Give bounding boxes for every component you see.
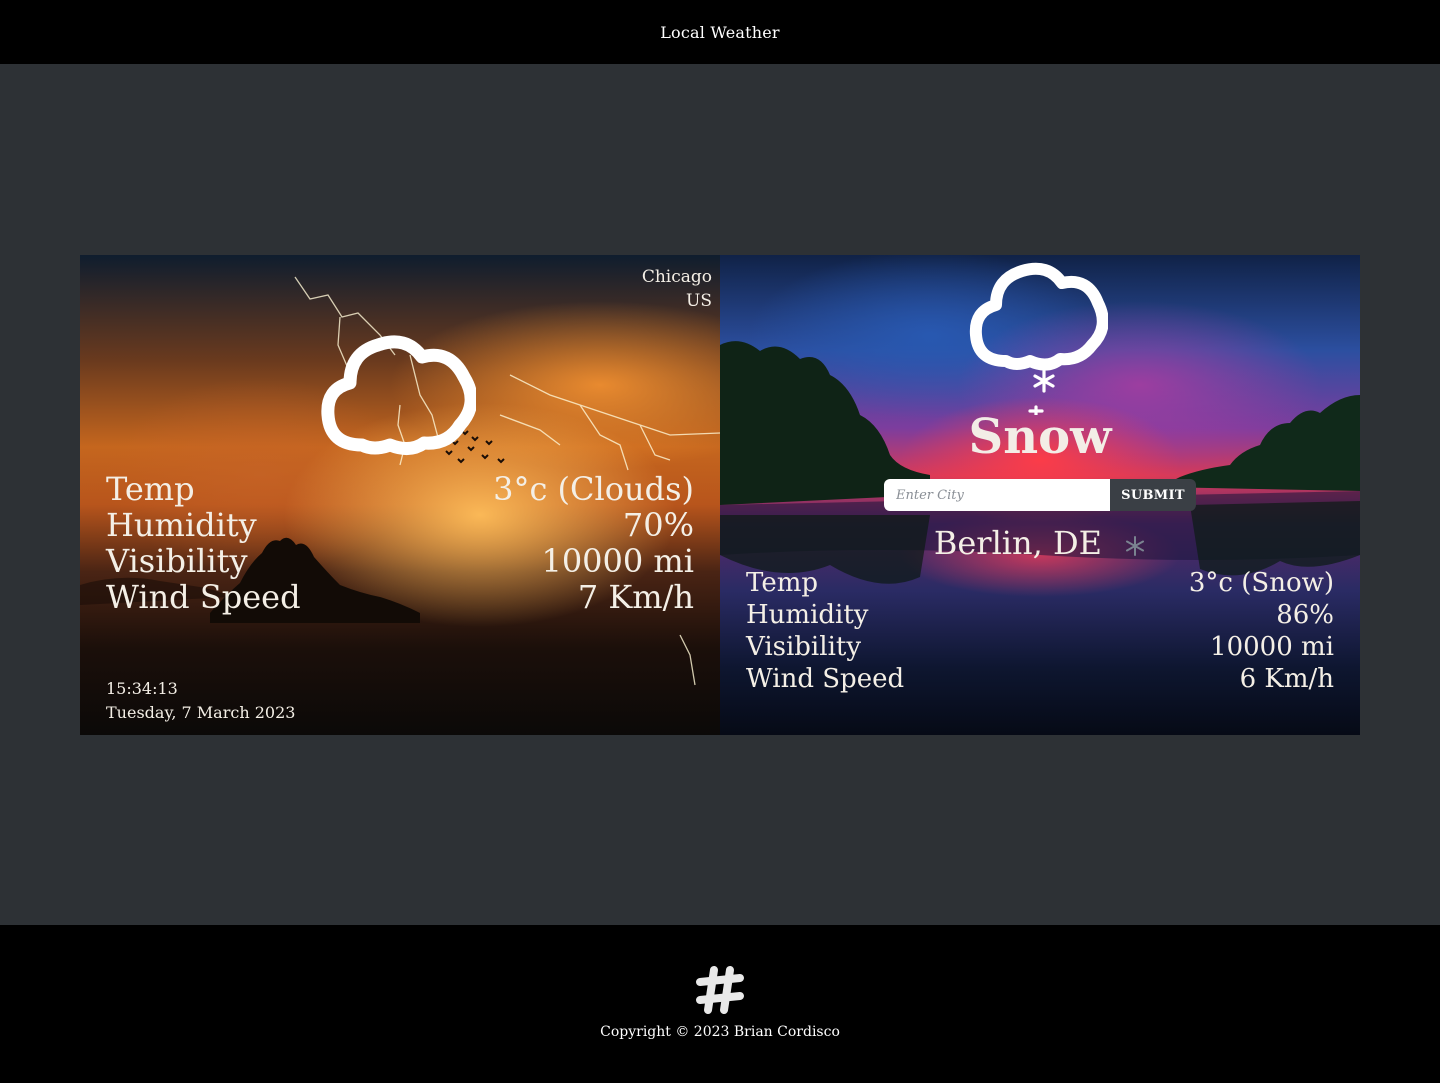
- condition-title: Snow: [968, 409, 1112, 465]
- detail-label: Visibility: [106, 542, 248, 580]
- city-name: Chicago: [641, 267, 712, 287]
- cloud-icon: [321, 335, 476, 455]
- snowflake-small-icon: [1126, 535, 1145, 556]
- detail-value: 10000 mi: [1210, 632, 1334, 662]
- current-weather-card: Chicago US Temp 3°c (Clouds) Humidity 70…: [80, 255, 720, 735]
- detail-label: Wind Speed: [746, 664, 905, 694]
- hashtag-logo-icon[interactable]: [694, 964, 746, 1016]
- detail-row-wind-speed: Wind Speed 6 Km/h: [746, 663, 1334, 695]
- searched-location: Berlin, DE: [720, 523, 1360, 563]
- location-label: Chicago US: [642, 265, 712, 313]
- detail-row-visibility: Visibility 10000 mi: [106, 543, 694, 579]
- detail-label: Humidity: [106, 506, 257, 544]
- detail-value: 7 Km/h: [577, 578, 694, 616]
- detail-value: 3°c (Clouds): [493, 470, 694, 508]
- weather-details: Temp 3°c (Clouds) Humidity 70% Visibilit…: [106, 471, 694, 615]
- detail-value: 70%: [622, 506, 694, 544]
- datetime: 15:34:13 Tuesday, 7 March 2023: [106, 677, 295, 725]
- detail-row-temp: Temp 3°c (Snow): [746, 567, 1334, 599]
- detail-row-wind-speed: Wind Speed 7 Km/h: [106, 579, 694, 615]
- app-title: Local Weather: [660, 22, 780, 42]
- detail-row-humidity: Humidity 70%: [106, 507, 694, 543]
- detail-row-temp: Temp 3°c (Clouds): [106, 471, 694, 507]
- searched-weather-details: Temp 3°c (Snow) Humidity 86% Visibility …: [746, 567, 1334, 695]
- detail-label: Temp: [746, 568, 819, 598]
- city-input[interactable]: [884, 479, 1110, 511]
- top-bar: Local Weather: [0, 0, 1440, 64]
- country-code: US: [686, 291, 712, 311]
- city-search-card: Snow SUBMIT Berlin, DE Temp 3°c (Snow) H…: [720, 255, 1360, 735]
- detail-row-humidity: Humidity 86%: [746, 599, 1334, 631]
- current-date: Tuesday, 7 March 2023: [106, 703, 296, 722]
- submit-button[interactable]: SUBMIT: [1110, 479, 1196, 511]
- detail-value: 3°c (Snow): [1188, 568, 1334, 598]
- copyright-text: Copyright © 2023 Brian Cordisco: [600, 1024, 840, 1040]
- city-search-form: SUBMIT: [884, 479, 1196, 511]
- detail-value: 10000 mi: [541, 542, 694, 580]
- detail-label: Wind Speed: [106, 578, 301, 616]
- detail-label: Humidity: [746, 600, 869, 630]
- detail-label: Visibility: [746, 632, 862, 662]
- snow-cloud-icon: [969, 262, 1108, 371]
- snowflake-icon: [1028, 369, 1055, 415]
- detail-value: 6 Km/h: [1239, 664, 1334, 694]
- location-name: Berlin, DE: [933, 524, 1102, 562]
- detail-value: 86%: [1276, 600, 1334, 630]
- detail-label: Temp: [106, 470, 195, 508]
- current-time: 15:34:13: [106, 679, 178, 698]
- detail-row-visibility: Visibility 10000 mi: [746, 631, 1334, 663]
